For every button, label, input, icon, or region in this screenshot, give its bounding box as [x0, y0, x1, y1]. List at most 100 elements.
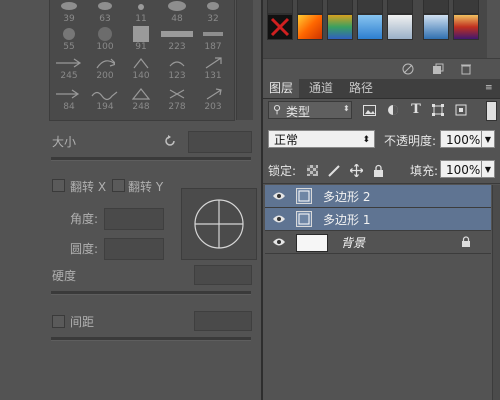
- hardness-field[interactable]: [194, 265, 252, 285]
- tab-paths[interactable]: 路径: [343, 79, 379, 98]
- brush-size-label: 100: [96, 42, 114, 52]
- fill-dropdown-icon[interactable]: ▼: [481, 160, 495, 178]
- lock-all-icon[interactable]: [371, 163, 385, 177]
- opacity-dropdown-icon[interactable]: ▼: [481, 130, 495, 148]
- style-swatch[interactable]: [357, 14, 383, 40]
- layer-row[interactable]: 多边形 2: [265, 185, 491, 208]
- preset-scrollbar[interactable]: [236, 0, 253, 120]
- filter-toggle[interactable]: [486, 101, 497, 121]
- brush-preset[interactable]: 32: [196, 0, 230, 26]
- size-field[interactable]: [188, 131, 252, 153]
- tab-layers[interactable]: 图层: [263, 79, 300, 98]
- lock-label: 锁定:: [268, 164, 297, 178]
- flip-x-checkbox[interactable]: [52, 179, 65, 192]
- angle-label: 角度:: [70, 212, 99, 226]
- roundness-label: 圆度:: [70, 242, 99, 256]
- panel-menu-icon[interactable]: ≡: [485, 83, 497, 93]
- blend-mode-select[interactable]: 正常 ⬍: [268, 130, 375, 148]
- brush-preset[interactable]: 200: [88, 55, 122, 83]
- styles-scrollbar[interactable]: [487, 0, 500, 58]
- adjustment-filter-icon[interactable]: [386, 103, 400, 117]
- visibility-eye-icon[interactable]: [272, 236, 286, 248]
- brush-preset[interactable]: 63: [88, 0, 122, 26]
- brush-preset[interactable]: 123: [160, 55, 194, 83]
- angle-field[interactable]: [104, 208, 164, 230]
- smart-object-filter-icon[interactable]: [454, 103, 468, 117]
- visibility-eye-icon[interactable]: [272, 213, 286, 225]
- flip-y-checkbox[interactable]: [112, 179, 125, 192]
- shape-filter-icon[interactable]: [431, 103, 445, 117]
- style-swatch[interactable]: [387, 14, 413, 40]
- style-swatch[interactable]: [327, 14, 353, 40]
- brush-angle-preview[interactable]: [181, 188, 257, 260]
- brush-preset[interactable]: 248: [124, 86, 158, 114]
- layer-name: 多边形 2: [323, 190, 371, 204]
- brush-size-label: 48: [171, 14, 183, 24]
- brush-size-label: 39: [63, 14, 75, 24]
- type-filter-icon[interactable]: T: [409, 102, 423, 117]
- layers-scrollbar[interactable]: [492, 185, 500, 400]
- spacing-label: 间距: [70, 315, 95, 329]
- lock-pixels-icon[interactable]: [327, 163, 341, 177]
- brush-size-label: 91: [135, 42, 147, 52]
- style-swatch[interactable]: [453, 14, 479, 40]
- style-swatch[interactable]: [453, 0, 479, 14]
- panel-tabs: 图层 通道 路径 ≡: [263, 79, 500, 99]
- reset-size-icon[interactable]: [163, 134, 177, 148]
- style-swatch[interactable]: [267, 14, 293, 40]
- styles-footer: [263, 58, 500, 79]
- brush-preset[interactable]: 203: [196, 86, 230, 114]
- spacing-slider[interactable]: [51, 337, 251, 341]
- chevron-updown-icon: ⬍: [362, 135, 370, 145]
- brush-preset[interactable]: 278: [160, 86, 194, 114]
- brush-preset[interactable]: 194: [88, 86, 122, 114]
- delete-style-icon[interactable]: [459, 62, 473, 76]
- brush-size-label: 187: [204, 42, 222, 52]
- brush-preset[interactable]: 131: [196, 55, 230, 83]
- new-style-icon[interactable]: [431, 62, 445, 76]
- filter-type-label: 类型: [286, 105, 311, 119]
- brush-preset[interactable]: 100: [88, 26, 122, 54]
- brush-preset[interactable]: 11: [124, 0, 158, 26]
- tab-channels[interactable]: 通道: [303, 79, 339, 98]
- brush-preset[interactable]: 223: [160, 26, 194, 54]
- brush-preset[interactable]: 39: [52, 0, 86, 26]
- style-swatch[interactable]: [297, 0, 323, 14]
- style-swatch[interactable]: [327, 0, 353, 14]
- style-swatch[interactable]: [423, 14, 449, 40]
- brush-size-label: 63: [99, 14, 111, 24]
- size-slider[interactable]: [51, 157, 251, 161]
- brush-size-label: 11: [135, 14, 147, 24]
- layer-row[interactable]: 背景: [265, 231, 491, 254]
- flip-x-label: 翻转 X: [70, 180, 107, 194]
- visibility-eye-icon[interactable]: [272, 190, 286, 202]
- brush-preset-grid: 39 63 11 48 32 55 100 91 223 187 245 200…: [49, 0, 235, 121]
- style-swatch[interactable]: [267, 0, 293, 14]
- lock-transparent-icon[interactable]: [305, 163, 319, 177]
- brush-size-label: 278: [168, 102, 186, 112]
- hardness-slider[interactable]: [51, 291, 251, 295]
- style-swatch[interactable]: [387, 0, 413, 14]
- layer-row[interactable]: 多边形 1: [265, 208, 491, 231]
- style-swatch[interactable]: [357, 0, 383, 14]
- brush-size-label: 203: [204, 102, 222, 112]
- brush-preset[interactable]: 187: [196, 26, 230, 54]
- layer-filter-select[interactable]: ⚲ 类型 ⬍: [268, 101, 352, 119]
- roundness-field[interactable]: [104, 238, 164, 260]
- image-filter-icon[interactable]: [362, 103, 376, 117]
- brush-preset[interactable]: 84: [52, 86, 86, 114]
- lock-position-icon[interactable]: [349, 163, 363, 177]
- style-swatch[interactable]: [423, 0, 449, 14]
- clear-style-icon[interactable]: [401, 62, 415, 76]
- brush-preset[interactable]: 245: [52, 55, 86, 83]
- brush-preset[interactable]: 91: [124, 26, 158, 54]
- brush-preset[interactable]: 140: [124, 55, 158, 83]
- spacing-field[interactable]: [194, 311, 252, 331]
- brush-size-label: 55: [63, 42, 75, 52]
- opacity-label: 不透明度:: [384, 134, 437, 148]
- brush-preset[interactable]: 48: [160, 0, 194, 26]
- lock-icon: [462, 236, 470, 247]
- brush-preset[interactable]: 55: [52, 26, 86, 54]
- spacing-checkbox[interactable]: [52, 315, 65, 328]
- style-swatch[interactable]: [297, 14, 323, 40]
